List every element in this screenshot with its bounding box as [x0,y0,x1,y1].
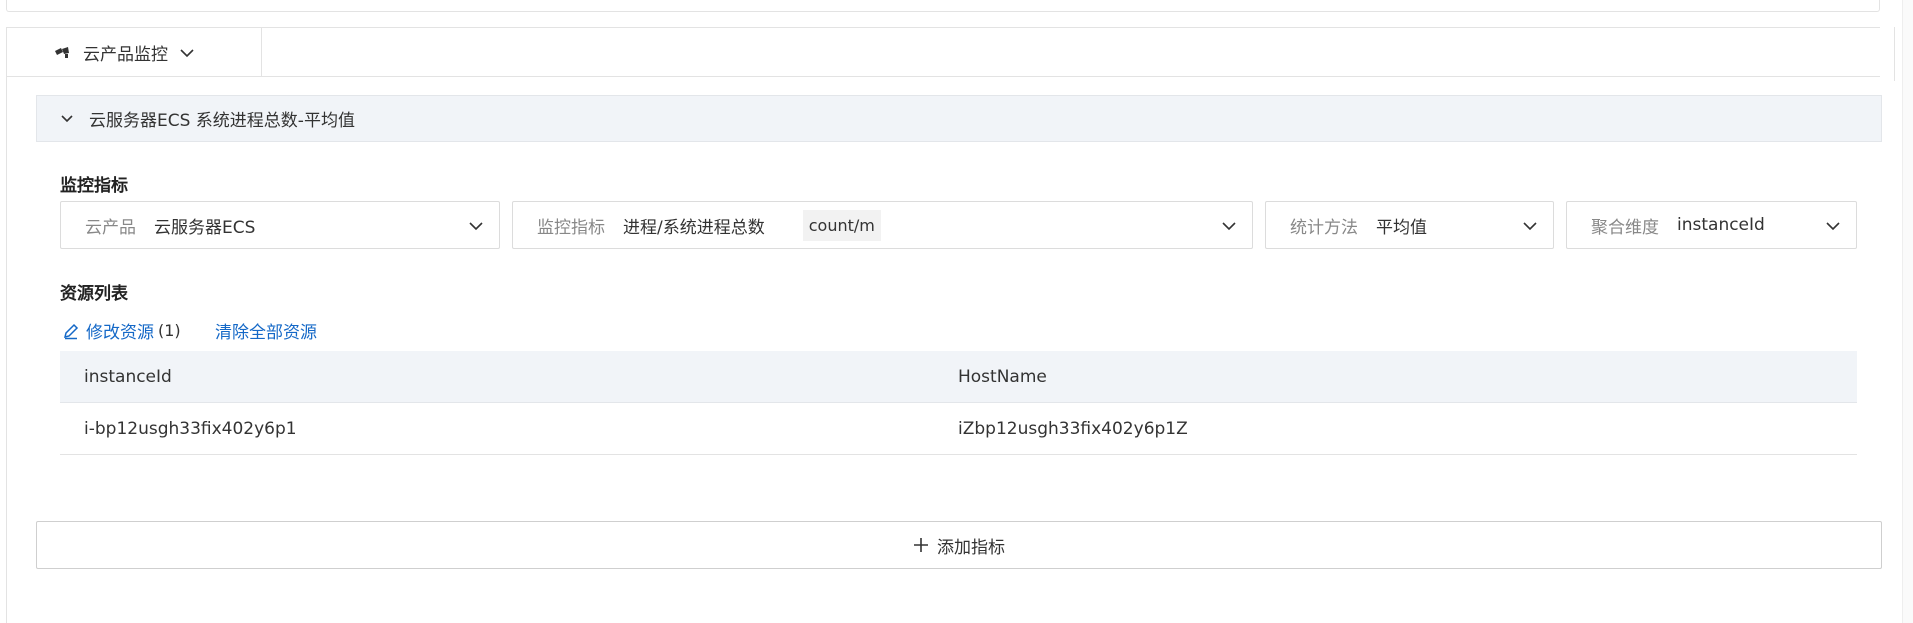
cloud-monitor-icon [53,45,75,61]
chevron-down-icon [1826,222,1840,231]
previous-card [6,0,1880,12]
table-cell: iZbp12usgh33fix402y6p1Z [958,418,1188,439]
section-header[interactable]: 云服务器ECS 系统进程总数-平均值 [36,95,1882,142]
product-select-label: 云产品 [85,217,136,238]
table-header: instanceId HostName [60,351,1857,403]
product-select-value: 云服务器ECS [154,217,256,238]
table-row: i-bp12usgh33fix402y6p1 iZbp12usgh33fix40… [60,403,1857,455]
column-header: HostName [958,366,1047,387]
table-cell: i-bp12usgh33fix402y6p1 [84,418,297,439]
resource-list-label: 资源列表 [60,284,128,304]
chevron-down-icon [469,222,483,231]
chevron-down-icon [1523,222,1537,231]
chevron-down-icon[interactable] [178,44,196,62]
dimension-select-value: instanceId [1677,215,1765,235]
metric-unit-tag: count/m [802,209,881,241]
metric-select-label: 监控指标 [537,217,605,238]
edit-resources-link[interactable]: 修改资源 (1) [62,318,181,343]
statistic-select-value: 平均值 [1376,217,1427,238]
tab-cloud-product-monitor[interactable]: 云产品监控 [7,28,262,77]
scroll-divider [1894,27,1902,81]
resource-count: (1) [158,321,181,340]
dimension-select[interactable]: 聚合维度 instanceId [1566,201,1857,249]
tab-bar: 云产品监控 [7,28,1880,77]
clear-resources-link[interactable]: 清除全部资源 [215,318,317,343]
metric-select[interactable]: 监控指标 进程/系统进程总数 count/m [512,201,1253,249]
chevron-down-icon [1222,222,1236,231]
add-metric-button[interactable]: 添加指标 [36,521,1882,569]
dimension-select-label: 聚合维度 [1591,217,1659,238]
clear-resources-label: 清除全部资源 [215,323,317,343]
edit-icon [63,323,79,339]
add-metric-label: 添加指标 [937,537,1005,558]
metric-select-value: 进程/系统进程总数 [623,217,765,238]
collapse-caret-icon[interactable] [59,111,75,127]
section-title: 云服务器ECS 系统进程总数-平均值 [89,111,355,131]
right-edge-panel [1902,0,1913,623]
statistic-select[interactable]: 统计方法 平均值 [1265,201,1554,249]
plus-icon [913,537,929,553]
product-select[interactable]: 云产品 云服务器ECS [60,201,500,249]
edit-resources-label: 修改资源 [86,323,154,343]
resource-table: instanceId HostName i-bp12usgh33fix402y6… [60,351,1857,455]
metric-label: 监控指标 [60,176,128,196]
column-header: instanceId [84,366,172,387]
tab-label: 云产品监控 [83,45,168,65]
statistic-select-label: 统计方法 [1290,217,1358,238]
